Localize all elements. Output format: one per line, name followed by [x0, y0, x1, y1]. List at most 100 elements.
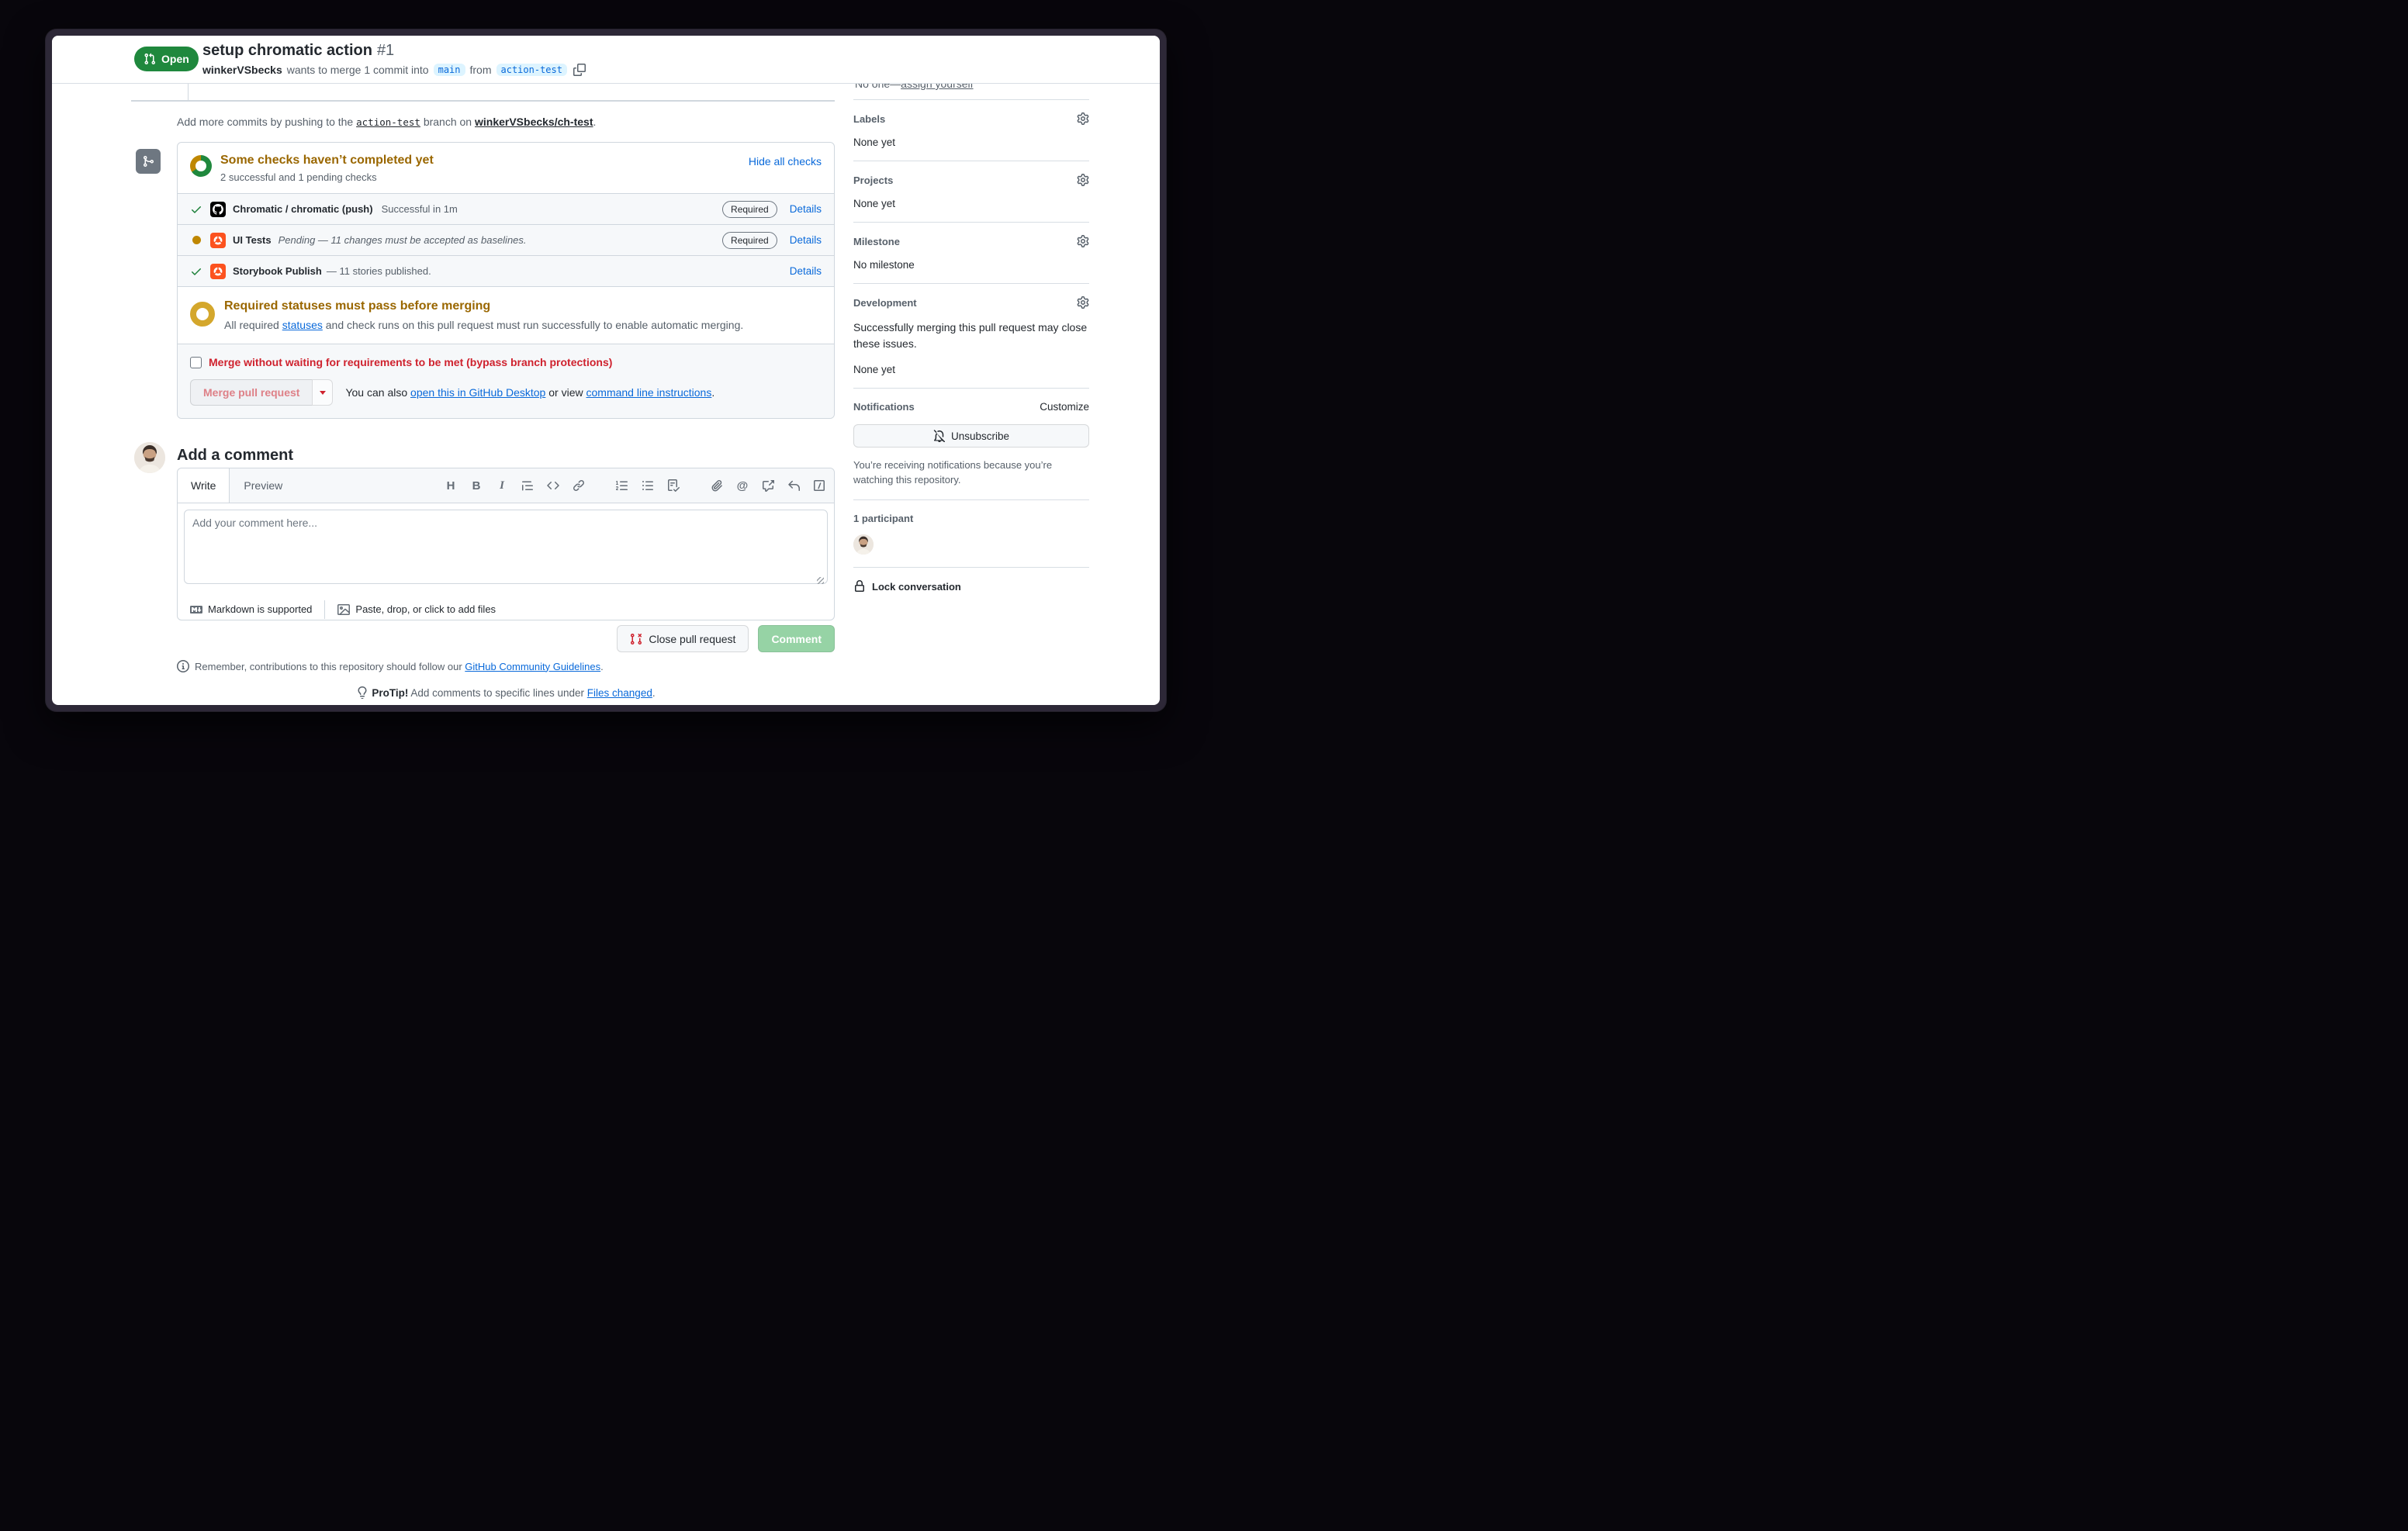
- pr-sticky-header: Open setup chromatic action #1 winkerVSbe…: [52, 36, 1160, 84]
- comment-button[interactable]: Comment: [758, 625, 835, 652]
- ordered-list-icon[interactable]: [615, 479, 629, 492]
- gear-icon[interactable]: [1077, 296, 1089, 309]
- required-statuses-section: Required statuses must pass before mergi…: [178, 286, 834, 344]
- merge-pull-request-button[interactable]: Merge pull request: [190, 379, 313, 406]
- tab-preview[interactable]: Preview: [230, 468, 296, 503]
- pr-number: #1: [376, 42, 395, 59]
- head-branch-chip[interactable]: action-test: [496, 64, 567, 76]
- saved-replies-icon[interactable]: [812, 479, 826, 492]
- push-note: Add more commits by pushing to the actio…: [177, 116, 597, 128]
- pr-author[interactable]: winkerVSbecks: [202, 64, 282, 76]
- code-icon[interactable]: [546, 479, 560, 492]
- check-row: UI Tests Pending — 11 changes must be ac…: [178, 224, 834, 255]
- checks-progress-donut: [190, 155, 212, 177]
- check-status: — 11 stories published.: [326, 265, 431, 277]
- checks-summary: Some checks haven’t completed yet 2 succ…: [178, 143, 834, 193]
- labels-value: None yet: [853, 137, 896, 148]
- sidebar-section-milestone: Milestone No milestone: [853, 223, 1089, 284]
- sidebar-section-lock: Lock conversation: [853, 568, 1089, 605]
- previous-box-bottom-border: [131, 100, 835, 102]
- pending-ring-icon: [190, 302, 215, 327]
- lock-icon: [853, 580, 866, 593]
- tasklist-icon[interactable]: [666, 479, 680, 492]
- bold-icon[interactable]: B: [469, 479, 483, 492]
- github-app-avatar: [210, 201, 226, 217]
- gear-icon[interactable]: [1077, 174, 1089, 186]
- statuses-link[interactable]: statuses: [282, 319, 323, 331]
- labels-title: Labels: [853, 112, 886, 125]
- gear-icon[interactable]: [1077, 112, 1089, 125]
- base-branch-chip[interactable]: main: [433, 64, 465, 76]
- required-pill: Required: [722, 200, 777, 218]
- command-line-link[interactable]: command line instructions: [586, 386, 712, 399]
- cross-reference-icon[interactable]: [761, 479, 775, 492]
- participant-avatar[interactable]: [853, 534, 874, 555]
- link-icon[interactable]: [572, 479, 586, 492]
- pull-request-page: Open setup chromatic action #1 winkerVSbe…: [52, 36, 1160, 705]
- bypass-protections-label[interactable]: Merge without waiting for requirements t…: [209, 356, 612, 368]
- comment-actions: Close pull request Comment: [177, 625, 835, 652]
- development-body: Successfully merging this pull request m…: [853, 321, 1088, 350]
- comment-box: Write Preview H B I @ Add your comment h…: [177, 468, 835, 620]
- github-desktop-link[interactable]: open this in GitHub Desktop: [410, 386, 545, 399]
- lock-conversation[interactable]: Lock conversation: [853, 580, 1089, 593]
- milestone-value: No milestone: [853, 259, 915, 271]
- mention-icon[interactable]: @: [735, 479, 749, 492]
- hide-all-checks-link[interactable]: Hide all checks: [749, 155, 822, 168]
- branch-link[interactable]: action-test: [356, 116, 420, 128]
- protip-note: ProTip! Add comments to specific lines u…: [177, 686, 835, 699]
- paste-drop-files[interactable]: Paste, drop, or click to add files: [337, 603, 496, 616]
- repo-link[interactable]: winkerVSbecks/ch-test: [475, 116, 593, 128]
- unsubscribe-button[interactable]: Unsubscribe: [853, 424, 1089, 448]
- copy-branch-icon[interactable]: [573, 64, 586, 76]
- git-merge-icon: [142, 155, 154, 168]
- notifications-note: You’re receiving notifications because y…: [853, 459, 1053, 486]
- community-guidelines-note: Remember, contributions to this reposito…: [177, 660, 604, 672]
- notifications-title: Notifications: [853, 401, 915, 413]
- checks-summary-subtitle: 2 successful and 1 pending checks: [220, 171, 377, 183]
- markdown-supported[interactable]: Markdown is supported: [190, 603, 312, 616]
- comment-input-area: [178, 503, 834, 594]
- close-pull-request-button[interactable]: Close pull request: [617, 625, 749, 652]
- timeline-merge-badge: [134, 147, 162, 175]
- unordered-list-icon[interactable]: [641, 479, 655, 492]
- files-changed-link[interactable]: Files changed: [587, 687, 652, 699]
- customize-link[interactable]: Customize: [1040, 401, 1089, 413]
- details-link[interactable]: Details: [790, 234, 822, 246]
- app-window: Open setup chromatic action #1 winkerVSbe…: [46, 29, 1166, 711]
- sidebar: No one—assign yourself Labels None yet P…: [853, 70, 1089, 605]
- check-success-icon: [190, 265, 202, 278]
- italic-icon[interactable]: I: [495, 479, 509, 492]
- github-logo-icon: [213, 204, 223, 215]
- bypass-protections-checkbox[interactable]: [190, 356, 202, 368]
- chromatic-app-avatar: [210, 263, 226, 279]
- resize-handle[interactable]: [817, 577, 824, 584]
- lightbulb-icon: [356, 686, 368, 699]
- development-value: None yet: [853, 364, 896, 375]
- pr-title: setup chromatic action #1: [202, 42, 395, 59]
- attach-file-icon[interactable]: [710, 479, 724, 492]
- pr-open-badge: Open: [134, 47, 199, 71]
- merge-options-dropdown[interactable]: [312, 379, 334, 406]
- info-icon: [177, 660, 189, 672]
- sidebar-section-labels: Labels None yet: [853, 100, 1089, 161]
- details-link[interactable]: Details: [790, 265, 822, 277]
- git-pull-request-icon: [144, 53, 156, 65]
- details-link[interactable]: Details: [790, 203, 822, 215]
- sidebar-section-development: Development Successfully merging this pu…: [853, 284, 1089, 389]
- tab-write[interactable]: Write: [178, 468, 230, 503]
- gear-icon[interactable]: [1077, 235, 1089, 247]
- check-status: Pending — 11 changes must be accepted as…: [278, 234, 527, 246]
- comment-input[interactable]: [184, 510, 828, 584]
- participants-title: 1 participant: [853, 513, 914, 524]
- check-name: Storybook Publish: [233, 265, 322, 277]
- community-guidelines-link[interactable]: GitHub Community Guidelines: [465, 661, 600, 672]
- user-avatar[interactable]: [134, 442, 165, 473]
- check-success-icon: [190, 203, 202, 216]
- reply-icon[interactable]: [787, 479, 801, 492]
- heading-icon[interactable]: H: [444, 479, 458, 492]
- markdown-toolbar: H B I @: [444, 468, 826, 503]
- image-icon: [337, 603, 350, 616]
- quote-icon[interactable]: [521, 479, 535, 492]
- comment-box-footer: Markdown is supported Paste, drop, or cl…: [178, 594, 834, 624]
